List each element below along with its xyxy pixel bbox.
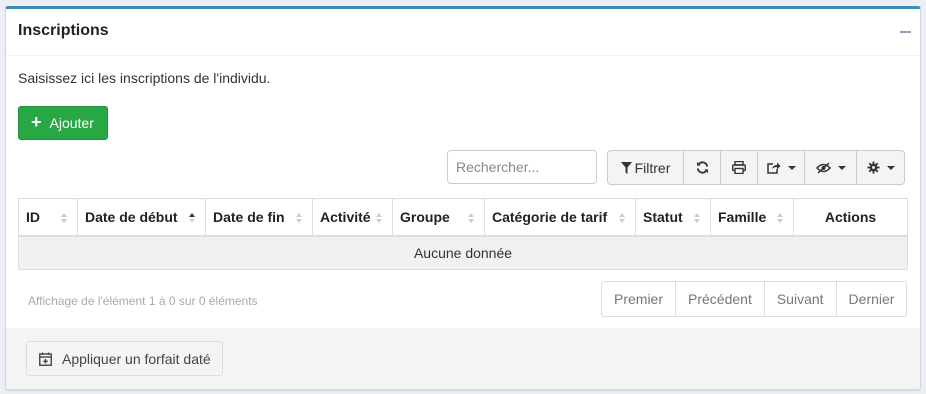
search-input[interactable] bbox=[447, 150, 597, 184]
filter-icon bbox=[620, 161, 632, 174]
plus-icon: + bbox=[31, 112, 42, 132]
column-header-date-fin[interactable]: Date de fin bbox=[205, 198, 313, 237]
sort-asc-icon bbox=[189, 213, 195, 223]
minus-icon bbox=[899, 31, 911, 33]
column-header-id[interactable]: ID bbox=[18, 198, 78, 237]
chevron-down-icon bbox=[787, 165, 796, 170]
empty-table-message: Aucune donnée bbox=[18, 235, 908, 270]
column-header-label: Actions bbox=[824, 208, 877, 225]
add-button[interactable]: + Ajouter bbox=[18, 106, 108, 140]
sort-both-icon bbox=[468, 213, 474, 223]
pagination-first-button[interactable]: Premier bbox=[601, 281, 677, 317]
sort-both-icon bbox=[694, 213, 700, 223]
export-icon bbox=[766, 162, 780, 174]
print-icon bbox=[732, 161, 746, 174]
apply-dated-package-label: Appliquer un forfait daté bbox=[62, 350, 211, 367]
print-button[interactable] bbox=[720, 150, 758, 185]
panel-footer: Appliquer un forfait daté bbox=[6, 328, 920, 389]
column-header-statut[interactable]: Statut bbox=[635, 198, 711, 237]
chevron-down-icon bbox=[837, 165, 846, 170]
column-header-label: ID bbox=[26, 208, 40, 225]
settings-dropdown-button[interactable] bbox=[856, 150, 905, 185]
column-header-actions: Actions bbox=[793, 198, 908, 237]
calendar-plus-icon bbox=[39, 352, 52, 366]
pagination-last-button[interactable]: Dernier bbox=[835, 281, 908, 317]
export-dropdown-button[interactable] bbox=[757, 150, 805, 185]
pagination-next-button[interactable]: Suivant bbox=[763, 281, 837, 317]
sort-both-icon bbox=[777, 213, 783, 223]
columns-visibility-dropdown-button[interactable] bbox=[804, 150, 857, 185]
column-header-label: Famille bbox=[718, 208, 767, 225]
panel-title: Inscriptions bbox=[18, 22, 109, 39]
column-header-activite[interactable]: Activité bbox=[312, 198, 393, 237]
table-row-empty: Aucune donnée bbox=[18, 235, 908, 270]
column-header-categorie-tarif[interactable]: Catégorie de tarif bbox=[484, 198, 636, 237]
chevron-down-icon bbox=[886, 165, 895, 170]
refresh-button[interactable] bbox=[683, 150, 721, 185]
pagination-previous-button[interactable]: Précédent bbox=[675, 281, 765, 317]
column-header-groupe[interactable]: Groupe bbox=[392, 198, 485, 237]
panel-header: Inscriptions bbox=[6, 9, 920, 56]
column-header-label: Catégorie de tarif bbox=[492, 208, 608, 225]
pagination-info: Affichage de l'élément 1 à 0 sur 0 éléme… bbox=[28, 294, 258, 308]
inscriptions-table: ID Date de début Date de fin Activité Gr… bbox=[18, 198, 908, 270]
inscriptions-panel: Inscriptions Saisissez ici les inscripti… bbox=[5, 6, 921, 390]
collapse-button[interactable] bbox=[894, 20, 916, 44]
add-button-label: Ajouter bbox=[49, 115, 94, 131]
pagination: Premier Précédent Suivant Dernier bbox=[601, 281, 908, 317]
filter-button-label: Filtrer bbox=[634, 159, 671, 176]
column-header-label: Groupe bbox=[400, 208, 450, 225]
column-header-label: Date de début bbox=[85, 208, 178, 225]
column-header-label: Date de fin bbox=[213, 208, 285, 225]
gear-icon bbox=[866, 161, 880, 174]
filter-button[interactable]: Filtrer bbox=[607, 150, 684, 185]
column-header-famille[interactable]: Famille bbox=[710, 198, 794, 237]
table-header-row: ID Date de début Date de fin Activité Gr… bbox=[18, 198, 908, 237]
sort-both-icon bbox=[296, 213, 302, 223]
sort-both-icon bbox=[61, 213, 67, 223]
column-header-label: Activité bbox=[320, 208, 371, 225]
refresh-icon bbox=[696, 161, 708, 174]
sort-both-icon bbox=[619, 213, 625, 223]
panel-intro-text: Saisissez ici les inscriptions de l'indi… bbox=[18, 70, 271, 86]
column-header-label: Statut bbox=[643, 208, 683, 225]
table-toolbar: Filtrer bbox=[607, 150, 905, 185]
apply-dated-package-button[interactable]: Appliquer un forfait daté bbox=[26, 341, 223, 376]
eye-slash-icon bbox=[815, 161, 831, 174]
column-header-date-debut[interactable]: Date de début bbox=[77, 198, 206, 237]
sort-both-icon bbox=[376, 213, 382, 223]
